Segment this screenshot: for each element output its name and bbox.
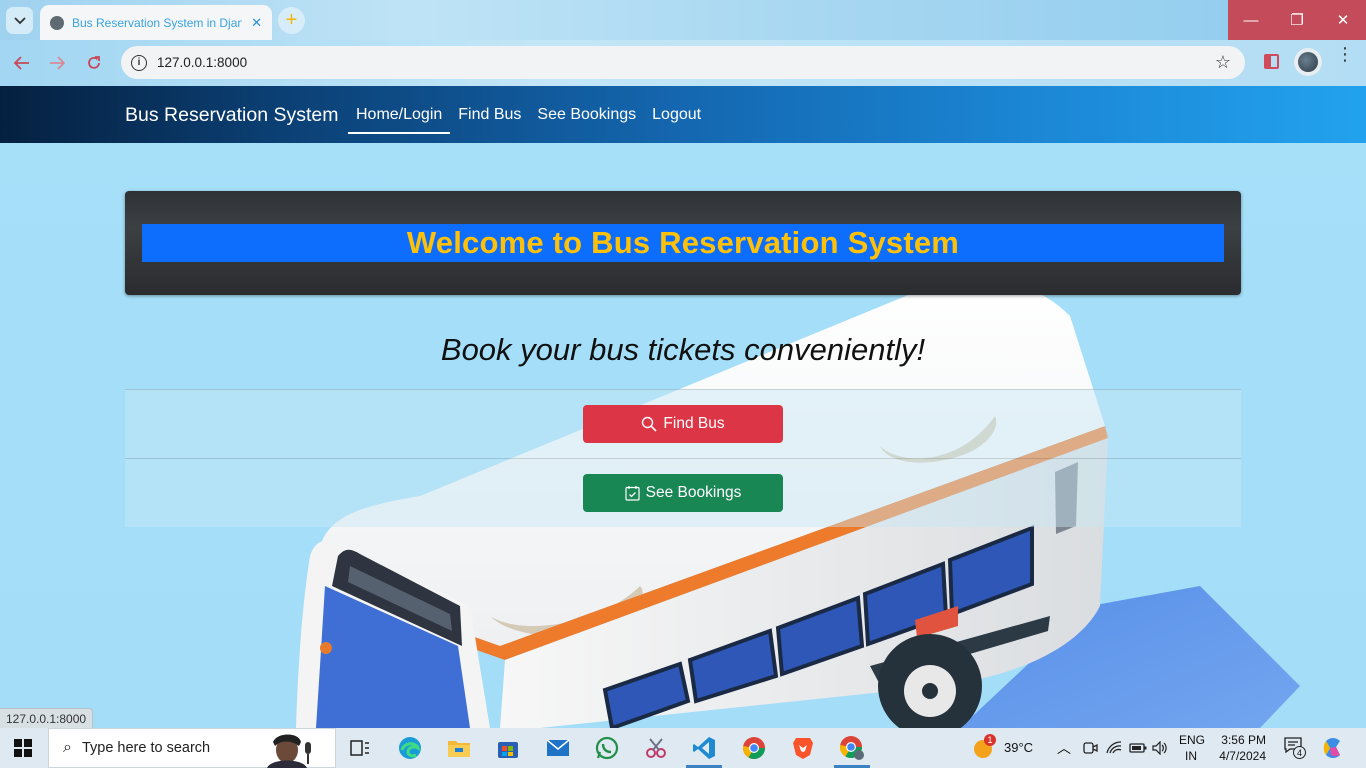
- windows-start-icon[interactable]: [14, 739, 32, 757]
- site-info-icon[interactable]: i: [131, 54, 147, 71]
- taskbar-search[interactable]: ⌕ Type here to search: [48, 728, 336, 768]
- calendar-check-icon: [625, 486, 640, 501]
- see-bookings-label: See Bookings: [645, 484, 742, 501]
- meet-now-icon[interactable]: [1082, 740, 1098, 756]
- region-code: IN: [1185, 749, 1197, 763]
- list-item: See Bookings: [125, 458, 1241, 527]
- taskbar-search-placeholder: Type here to search: [81, 740, 211, 756]
- back-button[interactable]: [10, 51, 34, 75]
- window-controls: — ❐ ✕: [1228, 0, 1366, 40]
- notification-center-button[interactable]: 4: [1284, 737, 1306, 759]
- arrow-right-icon: [50, 56, 65, 70]
- see-bookings-button[interactable]: See Bookings: [583, 474, 783, 512]
- site-navbar: Bus Reservation System Home/Login Find B…: [0, 86, 1366, 143]
- welcome-hero: Welcome to Bus Reservation System: [125, 191, 1241, 295]
- tagline: Book your bus tickets conveniently!: [440, 332, 926, 367]
- chevron-down-icon: [13, 16, 26, 24]
- browser-tab-bar: Bus Reservation System in Djan ✕ + — ❐ ✕: [0, 0, 1366, 40]
- file-explorer-icon[interactable]: [445, 734, 473, 762]
- browser-toolbar: i 127.0.0.1:8000 ☆: [0, 40, 1366, 86]
- clock-time: 3:56 PM: [1221, 733, 1266, 747]
- clock-date: 4/7/2024: [1219, 749, 1266, 763]
- search-icon: ⌕: [63, 739, 72, 756]
- chrome-icon[interactable]: [740, 734, 768, 762]
- language-indicator[interactable]: ENG IN: [1176, 732, 1206, 764]
- language-code: ENG: [1179, 733, 1206, 747]
- page-viewport: Bus Reservation System Home/Login Find B…: [0, 86, 1366, 728]
- edge-icon[interactable]: [396, 734, 424, 762]
- hero-title: Welcome to Bus Reservation System: [406, 225, 960, 260]
- tab-search-button[interactable]: [6, 7, 33, 34]
- close-tab-icon[interactable]: ✕: [251, 15, 262, 31]
- mail-icon[interactable]: [544, 734, 572, 762]
- temperature-text: 39°C: [1004, 740, 1034, 755]
- reload-icon: [88, 56, 100, 69]
- arrow-left-icon: [14, 56, 29, 70]
- tab-title: Bus Reservation System in Djan: [72, 15, 242, 30]
- find-bus-button[interactable]: Find Bus: [583, 405, 783, 443]
- reload-button[interactable]: [82, 51, 106, 75]
- volume-icon[interactable]: [1152, 741, 1168, 755]
- bookmark-star-icon[interactable]: ☆: [1215, 52, 1231, 73]
- search-icon: [642, 416, 657, 432]
- nav-link-home-login[interactable]: Home/Login: [348, 86, 451, 143]
- list-item: Find Bus: [125, 389, 1241, 458]
- status-bar-url: 127.0.0.1:8000: [0, 708, 94, 728]
- forward-button[interactable]: [45, 51, 69, 75]
- profile-avatar-button[interactable]: [1294, 48, 1322, 76]
- browser-tab[interactable]: Bus Reservation System in Djan ✕: [40, 5, 272, 40]
- task-view-icon[interactable]: [346, 734, 374, 762]
- avatar: [1298, 52, 1318, 72]
- clock[interactable]: 3:56 PM 4/7/2024: [1214, 732, 1270, 764]
- sidebar-toggle-icon[interactable]: [1264, 54, 1279, 69]
- wifi-icon[interactable]: [1106, 741, 1122, 755]
- find-bus-label: Find Bus: [663, 415, 725, 432]
- notification-count-badge: 4: [1293, 746, 1306, 759]
- new-tab-button[interactable]: +: [278, 7, 305, 34]
- windows-taskbar: ⌕ Type here to search 1 39°C ︿ ENG IN 3:…: [0, 728, 1366, 768]
- url-text: 127.0.0.1:8000: [157, 55, 248, 70]
- action-list: Find Bus See Bookings: [125, 389, 1241, 527]
- restore-button[interactable]: ❐: [1274, 0, 1320, 40]
- nav-links: Home/Login Find Bus See Bookings Logout: [348, 86, 709, 143]
- close-window-button[interactable]: ✕: [1320, 0, 1366, 40]
- nav-link-logout[interactable]: Logout: [644, 86, 709, 143]
- copilot-icon[interactable]: [1322, 737, 1344, 759]
- weather-widget[interactable]: 1 39°C: [972, 734, 1042, 760]
- navbar-brand[interactable]: Bus Reservation System: [125, 104, 339, 127]
- store-icon[interactable]: [494, 734, 522, 762]
- hero-title-band: Welcome to Bus Reservation System: [142, 224, 1224, 262]
- vscode-icon[interactable]: [690, 734, 718, 762]
- globe-icon: [50, 15, 64, 30]
- address-bar[interactable]: i 127.0.0.1:8000 ☆: [121, 46, 1245, 79]
- snipping-tool-icon[interactable]: [642, 734, 670, 762]
- nav-link-find-bus[interactable]: Find Bus: [450, 86, 529, 143]
- battery-icon[interactable]: [1129, 742, 1147, 754]
- minimize-button[interactable]: —: [1228, 0, 1274, 40]
- browser-menu-icon[interactable]: ⋮: [1336, 45, 1354, 63]
- nav-link-see-bookings[interactable]: See Bookings: [529, 86, 644, 143]
- whatsapp-icon[interactable]: [593, 734, 621, 762]
- chrome-profile-icon[interactable]: [838, 734, 866, 762]
- brave-icon[interactable]: [789, 734, 817, 762]
- search-highlight-image: [267, 734, 311, 768]
- show-hidden-icons-icon[interactable]: ︿: [1057, 738, 1071, 758]
- weather-alert-badge: 1: [984, 734, 996, 746]
